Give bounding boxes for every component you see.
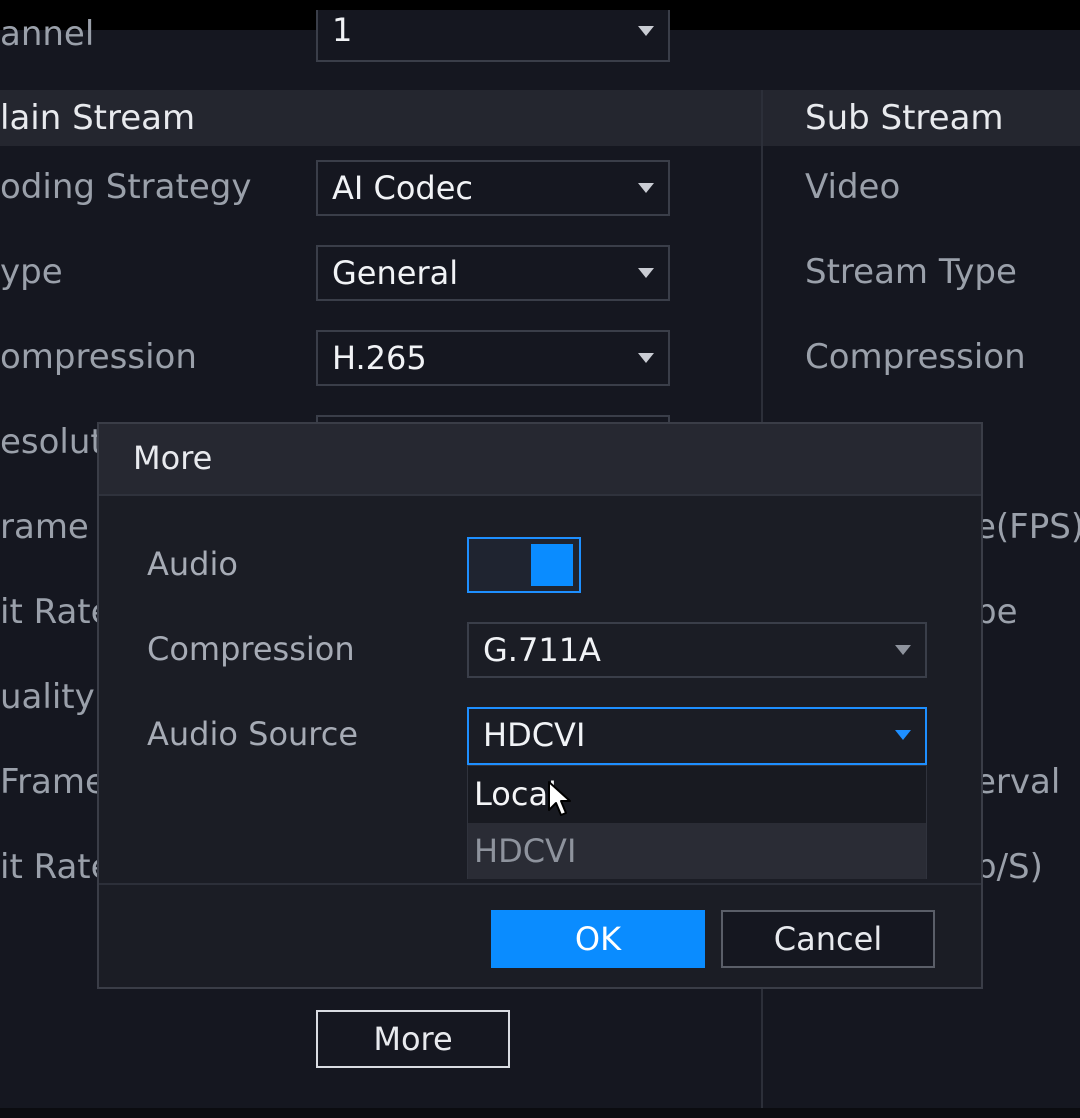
quality-label: uality	[0, 677, 95, 717]
audio-compression-select[interactable]: G.711A	[467, 622, 927, 678]
chevron-down-icon	[638, 26, 654, 36]
encoding-strategy-value: AI Codec	[332, 169, 474, 207]
sub-video-label: Video	[805, 167, 901, 207]
i-frame-label: Frame	[0, 762, 106, 802]
channel-label: annel	[0, 14, 95, 54]
more-dialog: More Audio Compression G.711A Audio Sour…	[97, 422, 983, 989]
ok-button[interactable]: OK	[491, 910, 705, 968]
dropdown-option-local[interactable]: Local	[468, 766, 926, 822]
audio-source-dropdown: Local HDCVI	[467, 765, 927, 879]
sub-stream-header: Sub Stream	[763, 90, 1080, 146]
cancel-button[interactable]: Cancel	[721, 910, 935, 968]
encoding-strategy-select[interactable]: AI Codec	[316, 160, 670, 216]
audio-source-select[interactable]: HDCVI	[467, 707, 927, 765]
audio-compression-label: Compression	[147, 630, 355, 668]
sub-compression-label: Compression	[805, 337, 1026, 377]
sub-frame-rate-label: e(FPS)	[975, 507, 1080, 547]
encoding-strategy-label: oding Strategy	[0, 167, 252, 207]
compression-select[interactable]: H.265	[316, 330, 670, 386]
bit-rate-type-label: it Rate	[0, 592, 112, 632]
chevron-down-icon	[638, 268, 654, 278]
main-stream-header: lain Stream	[0, 90, 761, 146]
dialog-footer-divider	[99, 883, 981, 885]
audio-source-label: Audio Source	[147, 715, 359, 753]
audio-source-value: HDCVI	[483, 716, 586, 754]
sub-bit-rate-label: b/S)	[975, 847, 1043, 887]
main-stream-title: lain Stream	[0, 98, 196, 138]
type-select[interactable]: General	[316, 245, 670, 301]
dropdown-option-hdcvi[interactable]: HDCVI	[468, 823, 926, 879]
chevron-down-icon	[638, 183, 654, 193]
type-value: General	[332, 254, 459, 292]
dialog-title: More	[133, 439, 213, 477]
compression-value: H.265	[332, 339, 427, 377]
toggle-knob	[531, 544, 573, 586]
type-label: ype	[0, 252, 63, 292]
sub-stream-type-label: Stream Type	[805, 252, 1017, 292]
bit-rate-label: it Rate	[0, 847, 112, 887]
sub-stream-title: Sub Stream	[805, 98, 1004, 138]
chevron-down-icon	[638, 353, 654, 363]
channel-select-value: 1	[332, 11, 353, 49]
mouse-cursor-icon	[548, 781, 571, 816]
sub-i-frame-interval-label: erval	[975, 762, 1061, 802]
audio-toggle[interactable]	[467, 537, 581, 593]
bottom-edge	[0, 1108, 1080, 1118]
dialog-title-bar: More	[99, 424, 981, 496]
compression-label: ompression	[0, 337, 197, 377]
chevron-down-icon	[895, 645, 911, 655]
audio-label: Audio	[147, 545, 238, 583]
resolution-label: esolut	[0, 422, 104, 462]
chevron-down-icon	[895, 730, 911, 740]
audio-compression-value: G.711A	[483, 631, 601, 669]
channel-select[interactable]: 1	[316, 10, 670, 62]
more-button[interactable]: More	[316, 1010, 510, 1068]
